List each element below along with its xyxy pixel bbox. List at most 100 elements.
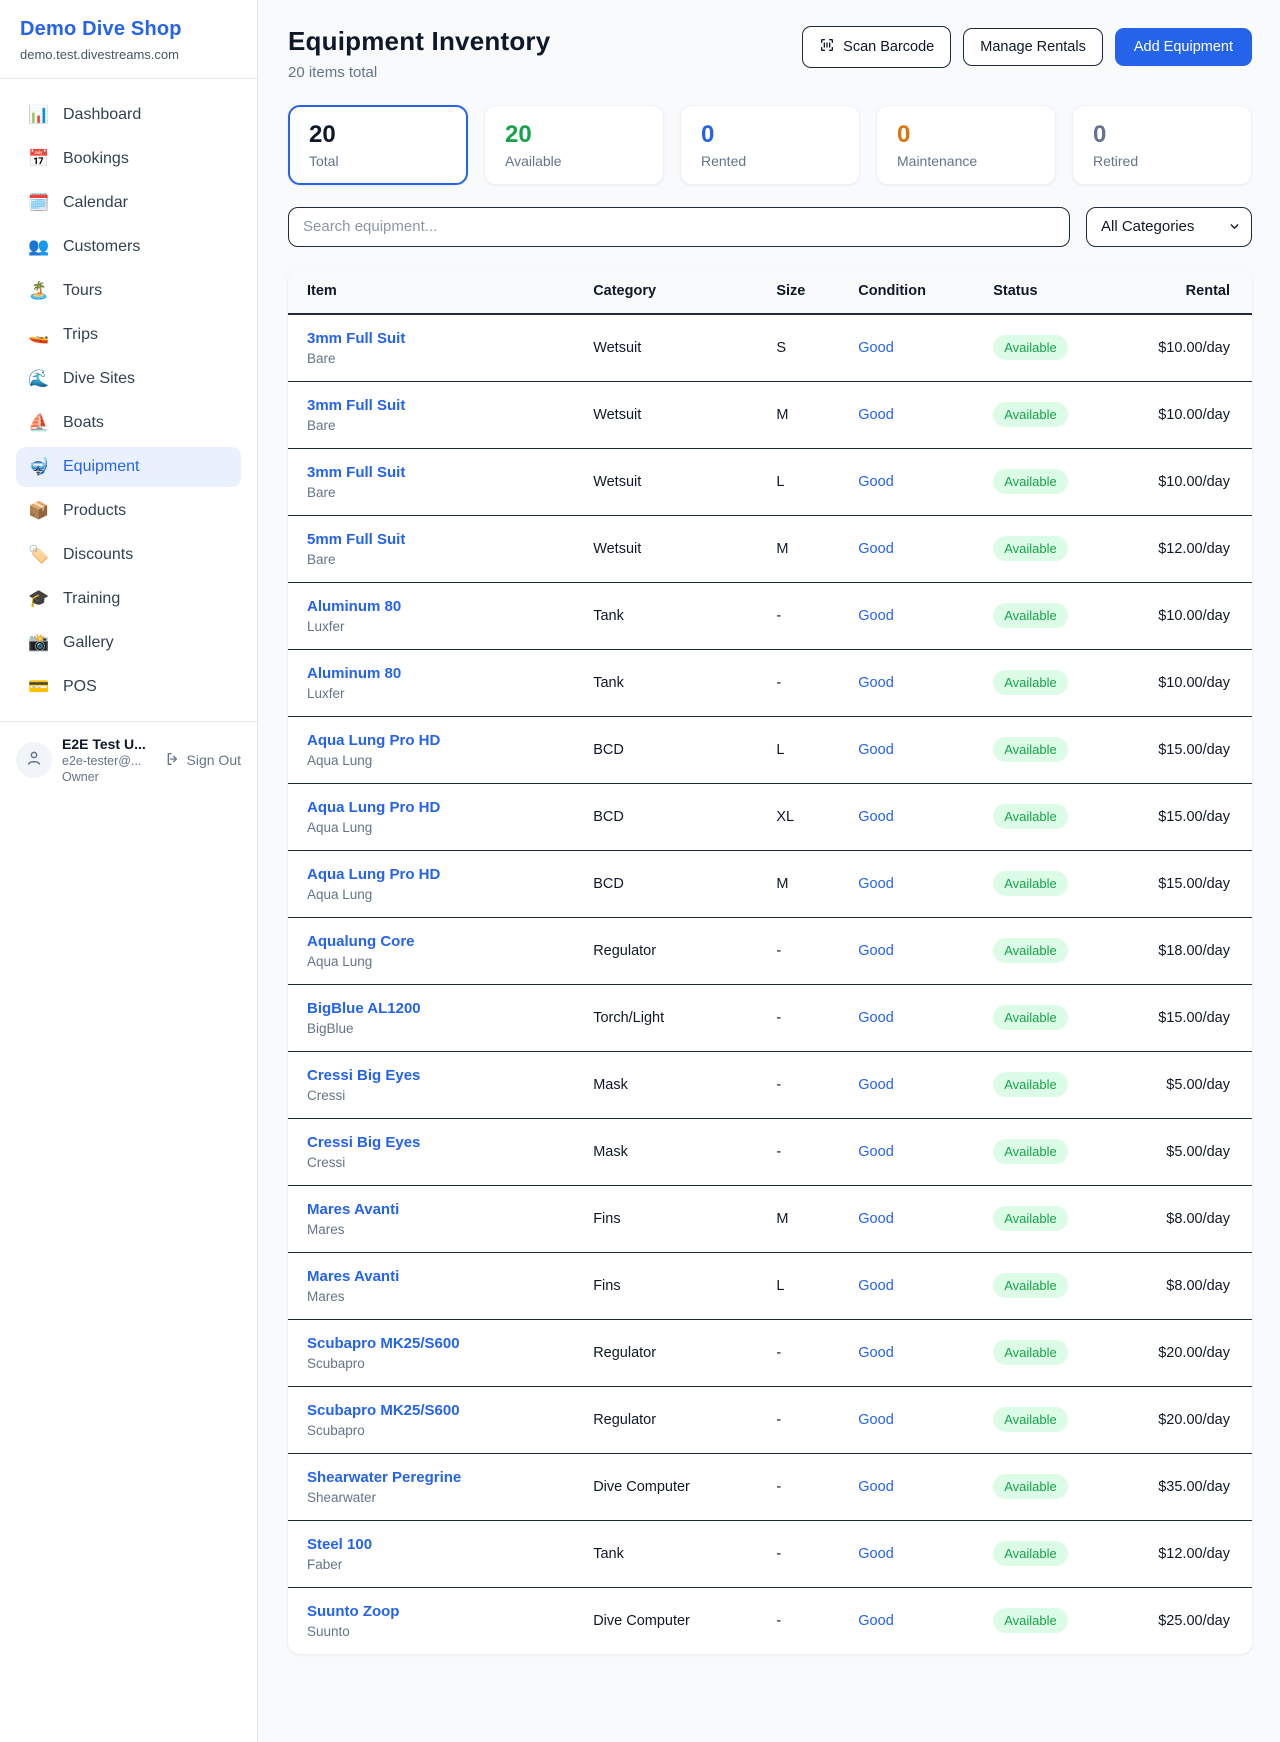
item-category: Tank [577,582,760,649]
sidebar-item-tours[interactable]: 🏝️ Tours [16,271,241,311]
category-select-wrap: All Categories [1086,207,1252,247]
item-brand: Bare [307,351,561,366]
item-name-link[interactable]: Scubapro MK25/S600 [307,1335,561,1352]
sidebar-item-label: Equipment [63,458,140,476]
item-name-link[interactable]: Cressi Big Eyes [307,1134,561,1151]
column-header-condition: Condition [842,269,977,314]
stat-card-available[interactable]: 20 Available [484,105,664,185]
condition-link[interactable]: Good [858,1479,893,1495]
condition-link[interactable]: Good [858,340,893,356]
condition-link[interactable]: Good [858,1345,893,1361]
training-icon: 🎓 [28,589,50,609]
item-brand: Bare [307,418,561,433]
column-header-size: Size [760,269,842,314]
item-name-link[interactable]: Aqua Lung Pro HD [307,799,561,816]
item-name-link[interactable]: Scubapro MK25/S600 [307,1402,561,1419]
item-size: - [760,582,842,649]
sidebar-item-discounts[interactable]: 🏷️ Discounts [16,535,241,575]
column-header-item: Item [288,269,577,314]
item-name-link[interactable]: BigBlue AL1200 [307,1000,561,1017]
condition-link[interactable]: Good [858,675,893,691]
sidebar-item-calendar[interactable]: 🗓️ Calendar [16,183,241,223]
manage-rentals-button[interactable]: Manage Rentals [963,28,1103,66]
item-category: BCD [577,716,760,783]
status-badge: Available [993,737,1068,762]
item-name-link[interactable]: Aqualung Core [307,933,561,950]
condition-link[interactable]: Good [858,1613,893,1629]
stat-card-rented[interactable]: 0 Rented [680,105,860,185]
stat-card-maintenance[interactable]: 0 Maintenance [876,105,1056,185]
sidebar-item-pos[interactable]: 💳 POS [16,667,241,707]
item-size: - [760,1386,842,1453]
condition-link[interactable]: Good [858,1144,893,1160]
condition-link[interactable]: Good [858,1278,893,1294]
sidebar-item-equipment[interactable]: 🤿 Equipment [16,447,241,487]
add-equipment-button[interactable]: Add Equipment [1115,28,1252,66]
discounts-icon: 🏷️ [28,545,50,565]
condition-link[interactable]: Good [858,742,893,758]
item-name-link[interactable]: Shearwater Peregrine [307,1469,561,1486]
condition-link[interactable]: Good [858,809,893,825]
item-brand: Cressi [307,1155,561,1170]
stat-value: 0 [701,121,839,149]
sidebar-item-label: Training [63,590,120,608]
sidebar-item-dive-sites[interactable]: 🌊 Dive Sites [16,359,241,399]
item-name-link[interactable]: 5mm Full Suit [307,531,561,548]
item-name-link[interactable]: 3mm Full Suit [307,397,561,414]
sidebar-item-products[interactable]: 📦 Products [16,491,241,531]
item-name-link[interactable]: 3mm Full Suit [307,464,561,481]
sidebar-item-trips[interactable]: 🚤 Trips [16,315,241,355]
item-name-link[interactable]: Aqua Lung Pro HD [307,732,561,749]
sidebar-item-dashboard[interactable]: 📊 Dashboard [16,95,241,135]
item-size: - [760,1453,842,1520]
item-name-link[interactable]: Mares Avanti [307,1201,561,1218]
sidebar-item-label: Dive Sites [63,370,135,388]
search-input[interactable] [288,207,1070,247]
item-name-link[interactable]: Suunto Zoop [307,1603,561,1620]
sidebar-item-boats[interactable]: ⛵ Boats [16,403,241,443]
stat-value: 0 [1093,121,1231,149]
column-header-category: Category [577,269,760,314]
item-category: Fins [577,1185,760,1252]
category-select[interactable]: All Categories [1086,207,1252,247]
condition-link[interactable]: Good [858,876,893,892]
item-name-link[interactable]: Aluminum 80 [307,665,561,682]
condition-link[interactable]: Good [858,943,893,959]
item-name-link[interactable]: Aluminum 80 [307,598,561,615]
condition-link[interactable]: Good [858,407,893,423]
item-category: Fins [577,1252,760,1319]
item-name-link[interactable]: Mares Avanti [307,1268,561,1285]
item-name-link[interactable]: Aqua Lung Pro HD [307,866,561,883]
condition-link[interactable]: Good [858,1010,893,1026]
brand-name[interactable]: Demo Dive Shop [20,18,237,41]
condition-link[interactable]: Good [858,1412,893,1428]
sidebar-item-bookings[interactable]: 📅 Bookings [16,139,241,179]
item-name-link[interactable]: Cressi Big Eyes [307,1067,561,1084]
condition-link[interactable]: Good [858,1546,893,1562]
condition-link[interactable]: Good [858,541,893,557]
sign-out-button[interactable]: Sign Out [165,751,241,770]
dive-sites-icon: 🌊 [28,369,50,389]
status-badge: Available [993,1474,1068,1499]
stat-card-total[interactable]: 20 Total [288,105,468,185]
item-size: - [760,649,842,716]
item-category: Dive Computer [577,1587,760,1654]
sidebar-item-gallery[interactable]: 📸 Gallery [16,623,241,663]
condition-link[interactable]: Good [858,1211,893,1227]
condition-link[interactable]: Good [858,608,893,624]
item-brand: Aqua Lung [307,753,561,768]
sidebar-item-customers[interactable]: 👥 Customers [16,227,241,267]
sidebar-item-training[interactable]: 🎓 Training [16,579,241,619]
stat-card-retired[interactable]: 0 Retired [1072,105,1252,185]
item-size: M [760,381,842,448]
item-rental-rate: $8.00/day [1131,1252,1252,1319]
status-badge: Available [993,1206,1068,1231]
item-name-link[interactable]: 3mm Full Suit [307,330,561,347]
scan-barcode-button[interactable]: Scan Barcode [802,26,951,68]
item-size: - [760,1587,842,1654]
stats-row: 20 Total 20 Available 0 Rented 0 Mainten… [288,105,1252,185]
item-name-link[interactable]: Steel 100 [307,1536,561,1553]
condition-link[interactable]: Good [858,474,893,490]
item-brand: Mares [307,1222,561,1237]
condition-link[interactable]: Good [858,1077,893,1093]
